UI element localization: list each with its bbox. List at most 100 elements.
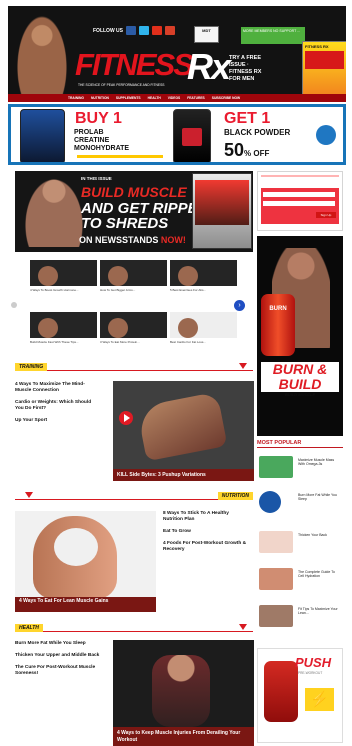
popular-thumb-5 [259,605,293,627]
nav-videos[interactable]: VIDEOS [168,96,180,100]
ad-product-bottle: BURN [261,294,295,356]
health-article-3[interactable]: The Cure For Post-Workout Muscle Sorenes… [15,665,100,677]
nav-features[interactable]: FEATURES [187,96,205,100]
discount-text: 50% OFF [224,140,270,160]
grid-caption-2[interactable]: How To Get Bigger Arms... [100,288,167,292]
health-image-caption[interactable]: 4 Ways to Keep Muscle Injuries From Dera… [113,727,254,746]
nav-training[interactable]: TRAINING [68,96,84,100]
sidebar-burn-build-ad[interactable]: BURN BURN & BUILD BUILD MUSCLE [257,236,343,436]
black-powder-text: BLACK POWDER [224,128,291,137]
most-popular-panel: MOST POPULAR Maximize Muscle Mass With O… [257,440,343,633]
youtube-icon[interactable] [152,26,162,35]
twitter-icon[interactable] [139,26,149,35]
main-nav: TRAINING NUTRITION SUPPLEMENTS HEALTH VI… [8,94,346,102]
creatine-product-image [20,109,65,162]
popular-item-1[interactable]: Maximize Muscle Mass With Omega-3s [259,453,339,478]
popular-item-3[interactable]: Thicken Your Back [259,528,339,553]
nav-health[interactable]: HEALTH [148,96,161,100]
push-subtext: PRE-WORKOUT [298,671,323,675]
nutrition-article-2[interactable]: Eat To Grow [163,529,248,535]
nutrition-feature-card[interactable]: 4 Ways To Eat For Lean Muscle Gains [15,511,156,612]
name-field[interactable] [263,192,335,197]
magazine-cover-title: FITNESS RX [305,44,329,49]
grid-card-4[interactable] [30,312,97,338]
nav-supplements[interactable]: SUPPLEMENTS [116,96,141,100]
health-feature-card[interactable]: 4 Ways to Keep Muscle Injuries From Dera… [113,640,254,746]
popular-item-2[interactable]: Burn More Fat While You Sleep [259,488,339,513]
grid-caption-4[interactable]: Build Muscle Fast With These Tips... [30,340,97,344]
training-video-card[interactable]: KILL Side Bytes: 3 Pushup Variations [113,381,254,481]
push-logo-icon: ⚡ [305,688,334,711]
push-ad[interactable]: PUSH PRE-WORKOUT ⚡ [257,648,343,743]
small-magazine-logo[interactable]: MDT [194,26,219,43]
featured-grid: 4 Ways To Boost Growth Hormone... How To… [11,260,253,344]
push-product-image [264,661,298,722]
nutrition-article-1[interactable]: 8 Ways To Stick To A Healthy Nutrition P… [163,511,248,523]
play-icon[interactable] [119,411,133,425]
green-promo-button[interactable]: MORE MEMBERS NO SUPPORT ... [241,27,305,44]
health-article-list: Burn More Fat While You Sleep Thicken Yo… [15,641,100,683]
site-header: FOLLOW US MDT MORE MEMBERS NO SUPPORT ..… [8,6,346,102]
carousel-prev-icon[interactable] [11,302,17,308]
training-article-list: 4 Ways To Maximize The Mind-Muscle Conne… [15,382,99,430]
signup-button[interactable]: Sign Up [316,212,336,218]
site-logo[interactable]: FITNESS [75,48,194,82]
nav-nutrition[interactable]: NUTRITION [91,96,109,100]
popular-item-4[interactable]: The Complete Guide To Cell Hydration [259,565,339,590]
facebook-icon[interactable] [126,26,136,35]
site-tagline: THE SCIENCE OF PEAK PERFORMANCE AND FITN… [78,83,165,87]
training-arrow-icon [239,363,247,369]
email-field[interactable] [263,201,335,206]
nutrition-article-3[interactable]: 4 Foods For Post-Workout Growth & Recove… [163,541,248,553]
site-logo-rx[interactable]: Rx [187,48,231,86]
grid-card-2[interactable] [100,260,167,286]
health-section-header: HEALTH [15,624,253,632]
grid-caption-6[interactable]: Best Cardio For Fat Loss... [170,340,237,344]
magazine-cover[interactable]: FITNESS RX [302,41,346,101]
grid-caption-5[interactable]: 3 Ways To Eat More Protein... [100,340,167,344]
hero-banner[interactable]: IN THIS ISSUE BUILD MUSCLE AND GET RIPPE… [15,171,253,252]
training-section-header: TRAINING [15,363,253,371]
header-athlete-image [16,14,68,100]
hero-athlete-image [25,179,83,247]
popular-thumb-4 [259,568,293,590]
training-article-1[interactable]: 4 Ways To Maximize The Mind-Muscle Conne… [15,382,99,394]
promo-banner[interactable]: BUY 1 PROLAB CREATINE MONOHYDRATE GET 1 … [8,104,346,165]
nav-subscribe[interactable]: SUBSCRIBE NOW [212,96,240,100]
grid-card-6[interactable] [170,312,237,338]
grid-caption-1[interactable]: 4 Ways To Boost Growth Hormone... [30,288,97,292]
grid-card-5[interactable] [100,312,167,338]
health-label[interactable]: HEALTH [15,624,43,632]
hero-magazines [192,173,252,249]
nutrition-label[interactable]: NUTRITION [217,492,253,500]
signup-divider [261,175,339,177]
health-divider [15,631,253,632]
carousel-next-icon[interactable]: › [234,300,245,311]
nutrition-article-list: 8 Ways To Stick To A Healthy Nutrition P… [163,511,248,559]
creatine-text: PROLAB CREATINE MONOHYDRATE [74,129,130,152]
training-article-2[interactable]: Cardio or Weights: Which Should You Do F… [15,400,99,412]
nutrition-section-header: NUTRITION [15,492,253,500]
health-article-1[interactable]: Burn More Fat While You Sleep [15,641,100,647]
google-plus-icon[interactable] [165,26,175,35]
black-powder-product-image [173,109,211,162]
push-word: PUSH [295,655,332,670]
grid-card-3[interactable] [170,260,237,286]
popular-thumb-3 [259,531,293,553]
free-issue-promo[interactable]: TRY A FREE ISSUE · FITNESS RX FOR MEN [229,55,272,83]
training-article-3[interactable]: Up Your Sport [15,418,99,424]
grid-card-1[interactable] [30,260,97,286]
training-label[interactable]: TRAINING [15,363,48,371]
buy-one-text: BUY 1 [75,110,122,127]
ad-burn-build-text: BURN & BUILD BUILD MUSCLE [261,362,339,397]
newsletter-signup: Sign Up [257,171,343,231]
get-one-text: GET 1 [224,110,271,127]
nutrition-image-caption[interactable]: 4 Ways To Eat For Lean Muscle Gains [15,597,156,612]
popular-item-5[interactable]: Fit Tips To Maximize Your Lean... [259,602,339,627]
promo-strip [77,155,163,158]
training-video-caption[interactable]: KILL Side Bytes: 3 Pushup Variations [113,469,254,481]
health-article-2[interactable]: Thicken Your Upper and Middle Back [15,653,100,659]
cover-art [305,51,344,69]
grid-caption-3[interactable]: 5 Best Exercises For Abs... [170,288,237,292]
follow-us-label: FOLLOW US [93,28,123,34]
